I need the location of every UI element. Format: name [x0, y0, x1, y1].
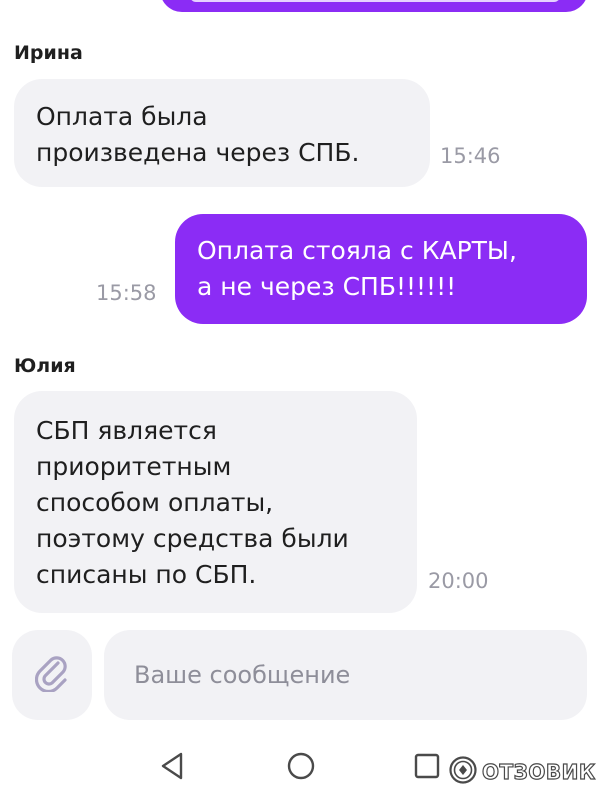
- otzovik-watermark: ОТЗОВИК: [448, 752, 596, 792]
- recents-button[interactable]: [405, 746, 449, 790]
- incoming-message-bubble[interactable]: СБП является приоритетным способом оплат…: [14, 391, 417, 613]
- message-line: поэтому средства были: [36, 524, 349, 553]
- paperclip-icon: [34, 654, 69, 696]
- message-line: Оплата была: [36, 102, 208, 131]
- home-button[interactable]: [279, 746, 323, 790]
- message-line: а не через СПБ!!!!!!: [197, 272, 457, 301]
- watermark-text: ОТЗОВИК: [481, 759, 596, 784]
- message-line: способом оплаты,: [36, 488, 274, 517]
- message-line: приоритетным: [36, 452, 232, 481]
- outgoing-message-bubble[interactable]: Оплата стояла с КАРТЫ, а не через СПБ!!!…: [175, 214, 587, 324]
- back-button[interactable]: [150, 746, 194, 790]
- message-time: 20:00: [428, 569, 489, 593]
- sender-name: Юлия: [14, 355, 76, 377]
- message-time: 15:58: [96, 281, 157, 305]
- message-line: Оплата стояла с КАРТЫ,: [197, 236, 517, 265]
- message-input-container[interactable]: [104, 630, 587, 720]
- message-line: списаны по СБП.: [36, 560, 257, 589]
- triangle-back-icon: [159, 751, 185, 785]
- previous-bubble-quote-frame: [190, 0, 560, 2]
- incoming-message-bubble[interactable]: Оплата была произведена через СПБ.: [14, 79, 430, 187]
- message-line: произведена через СПБ.: [36, 138, 360, 167]
- message-time: 15:46: [440, 144, 501, 168]
- square-recents-icon: [413, 752, 441, 784]
- message-line: СБП является: [36, 416, 217, 445]
- attach-button[interactable]: [12, 630, 92, 720]
- circle-home-icon: [286, 751, 316, 785]
- sender-name: Ирина: [14, 42, 83, 64]
- otzovik-logo-icon: [448, 755, 478, 789]
- message-input[interactable]: [132, 660, 587, 690]
